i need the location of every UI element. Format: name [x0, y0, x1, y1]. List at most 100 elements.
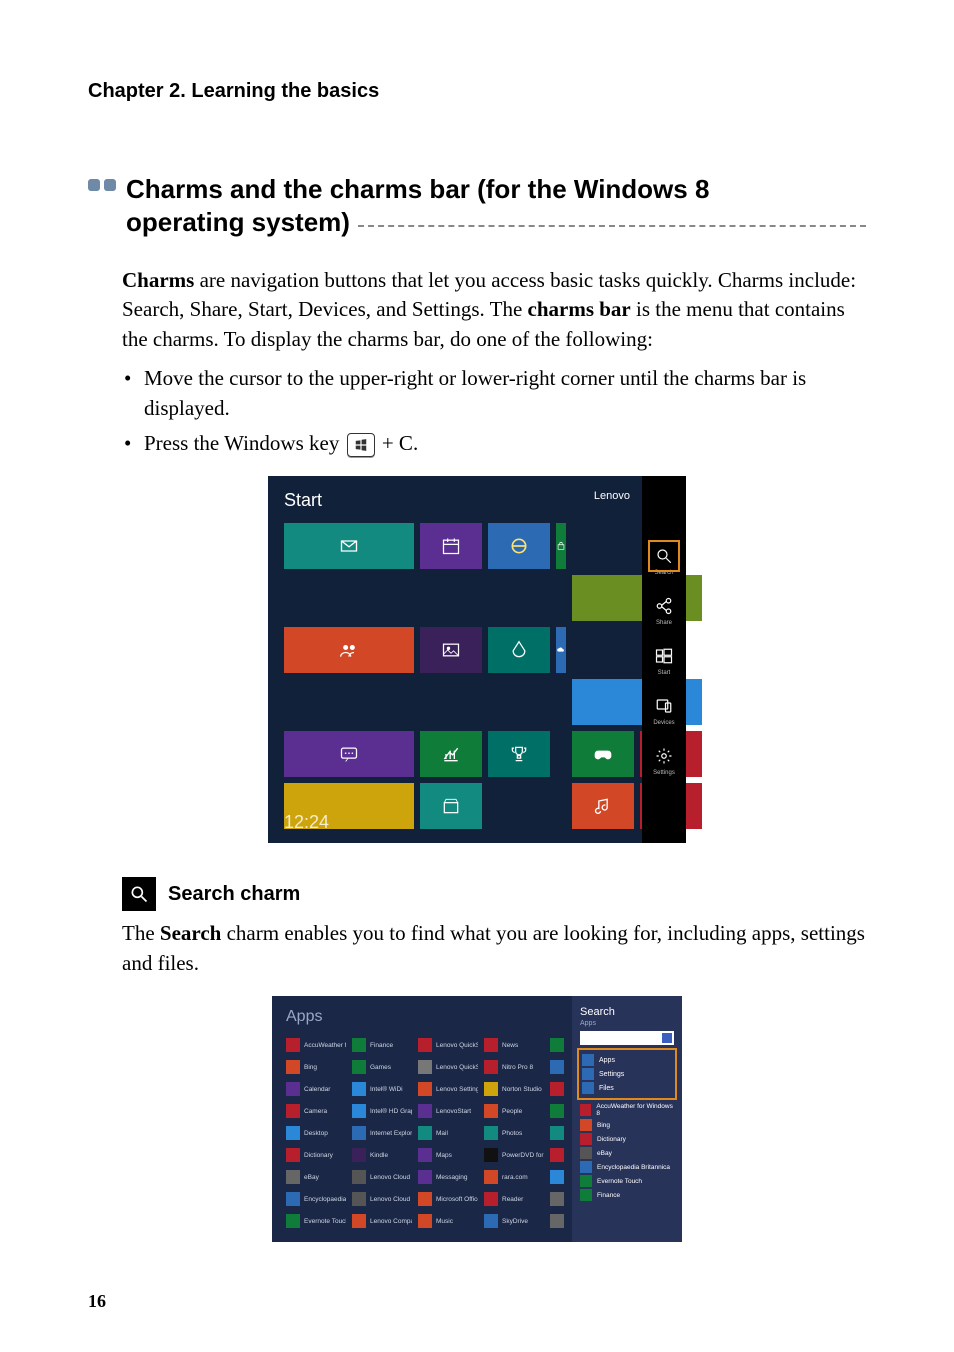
app-item[interactable]: Kindle: [352, 1146, 412, 1164]
search-filter-settings[interactable]: Settings: [582, 1068, 672, 1080]
app-item[interactable]: News: [484, 1036, 544, 1054]
app-item[interactable]: eBay: [286, 1168, 346, 1186]
instruction-item-2-suffix: + C.: [382, 431, 418, 455]
search-result[interactable]: Bing: [580, 1119, 674, 1131]
charm-label-devices: Devices: [652, 720, 676, 726]
device-brand: Lenovo: [594, 490, 630, 502]
tile-calendar[interactable]: [420, 523, 482, 569]
app-item[interactable]: Mail: [418, 1124, 478, 1142]
subsection-title: Search charm: [168, 883, 300, 906]
search-pane: Search Apps Apps Settings Files AccuWeathe…: [572, 996, 682, 1242]
search-input[interactable]: [580, 1031, 674, 1045]
tile-messaging[interactable]: [284, 731, 414, 777]
search-result[interactable]: Dictionary: [580, 1133, 674, 1145]
heading-rule-icon: [358, 225, 866, 227]
app-item[interactable]: rara.com: [484, 1168, 544, 1186]
app-item[interactable]: Calendar: [286, 1080, 346, 1098]
app-item[interactable]: Bing: [286, 1058, 346, 1076]
app-item[interactable]: People: [484, 1102, 544, 1120]
search-para-seg1: The: [122, 921, 160, 945]
start-title: Start: [284, 490, 322, 511]
search-filter-files[interactable]: Files: [582, 1082, 672, 1094]
search-result[interactable]: AccuWeather for Windows 8: [580, 1103, 674, 1117]
tile-music[interactable]: [572, 783, 634, 829]
search-result[interactable]: eBay: [580, 1147, 674, 1159]
app-item[interactable]: Internet Explorer: [352, 1124, 412, 1142]
charm-search[interactable]: Search: [652, 544, 676, 576]
instruction-item-1: Move the cursor to the upper-right or lo…: [122, 364, 832, 423]
app-item[interactable]: Maps: [418, 1146, 478, 1164]
charm-devices[interactable]: Devices: [652, 694, 676, 726]
figure-start-screen: Start Lenovo 12:24 Search Share Start: [268, 476, 686, 843]
app-item[interactable]: Finance: [352, 1036, 412, 1054]
tile-people[interactable]: [284, 627, 414, 673]
app-item[interactable]: Microsoft Office: [418, 1190, 478, 1208]
app-item[interactable]: Desktop: [286, 1124, 346, 1142]
app-item[interactable]: Dictionary: [286, 1146, 346, 1164]
tile-games[interactable]: [572, 731, 634, 777]
instruction-item-2-prefix: Press the Windows key: [144, 431, 345, 455]
app-item[interactable]: Norton Studio: [484, 1080, 544, 1098]
search-icon: [122, 877, 156, 911]
tile-store2[interactable]: [420, 783, 482, 829]
app-item[interactable]: AccuWeather for Windows 8: [286, 1036, 346, 1054]
search-para-seg3: charm enables you to find what you are l…: [122, 921, 865, 974]
app-item[interactable]: Photos: [484, 1124, 544, 1142]
app-item[interactable]: SkyDrive: [484, 1212, 544, 1230]
intro-paragraph: Charms are navigation buttons that let y…: [122, 266, 866, 354]
app-item[interactable]: Lenovo QuickSnip Tools: [418, 1058, 478, 1076]
section-heading: Charms and the charms bar (for the Windo…: [88, 173, 866, 238]
app-item[interactable]: PowerDVD for Lenovo Trade: [484, 1146, 544, 1164]
search-pane-title: Search: [580, 1006, 674, 1018]
app-item[interactable]: Nitro Pro 8: [484, 1058, 544, 1076]
tile-trophy[interactable]: [488, 731, 550, 777]
windows-key-icon: [347, 433, 375, 457]
search-filter-apps[interactable]: Apps: [582, 1054, 672, 1066]
term-charms-bar: charms bar: [528, 297, 631, 321]
search-paragraph: The Search charm enables you to find wha…: [122, 919, 866, 978]
section-title-line1: Charms and the charms bar (for the Windo…: [126, 174, 709, 204]
clock: 12:24: [284, 812, 329, 833]
tile-finance[interactable]: [420, 731, 482, 777]
app-item[interactable]: LenovoStart: [418, 1102, 478, 1120]
app-item[interactable]: Lenovo Settings: [418, 1080, 478, 1098]
search-result[interactable]: Encyclopaedia Britannica: [580, 1161, 674, 1173]
tile-ie[interactable]: [488, 523, 550, 569]
app-item[interactable]: Encyclopaedia Britannica: [286, 1190, 346, 1208]
search-result[interactable]: Finance: [580, 1189, 674, 1201]
instruction-list: Move the cursor to the upper-right or lo…: [122, 364, 866, 458]
search-result[interactable]: Evernote Touch: [580, 1175, 674, 1187]
tile-maps[interactable]: [488, 627, 550, 673]
search-filters-highlighted: Apps Settings Files: [580, 1051, 674, 1097]
app-item[interactable]: Games: [352, 1058, 412, 1076]
tile-store[interactable]: [556, 523, 566, 569]
app-item[interactable]: Music: [418, 1212, 478, 1230]
app-item[interactable]: Lenovo Cloud Storage by…: [352, 1168, 412, 1186]
term-charms: Charms: [122, 268, 194, 292]
tile-photos[interactable]: [420, 627, 482, 673]
search-results: AccuWeather for Windows 8 Bing Dictionary e…: [580, 1103, 674, 1201]
app-item[interactable]: Reader: [484, 1190, 544, 1208]
app-item[interactable]: Evernote Touch: [286, 1212, 346, 1230]
app-item[interactable]: Lenovo Cloud Storage by…: [352, 1190, 412, 1208]
term-search: Search: [160, 921, 221, 945]
app-item[interactable]: Camera: [286, 1102, 346, 1120]
charm-settings[interactable]: Settings: [652, 744, 676, 776]
charm-start[interactable]: Start: [652, 644, 676, 676]
running-head: Chapter 2. Learning the basics: [88, 80, 866, 103]
figure-apps-screen: Apps AccuWeather for Windows 8 Finance Len…: [272, 996, 682, 1242]
tile-skydrive[interactable]: [556, 627, 566, 673]
section-title-line2: operating system): [126, 206, 350, 239]
app-item[interactable]: Intel® HD Graphics Control Panel: [352, 1102, 412, 1120]
tile-mail[interactable]: [284, 523, 414, 569]
heading-bullets-icon: [88, 179, 116, 191]
charm-share[interactable]: Share: [652, 594, 676, 626]
subsection-heading: Search charm: [122, 877, 866, 911]
charm-label-start: Start: [652, 670, 676, 676]
instruction-item-2: Press the Windows key + C.: [122, 429, 832, 458]
app-item[interactable]: Intel® WiDi: [352, 1080, 412, 1098]
charm-label-share: Share: [652, 620, 676, 626]
app-item[interactable]: Messaging: [418, 1168, 478, 1186]
app-item[interactable]: Lenovo QuickSnip: [418, 1036, 478, 1054]
app-item[interactable]: Lenovo Companion: [352, 1212, 412, 1230]
